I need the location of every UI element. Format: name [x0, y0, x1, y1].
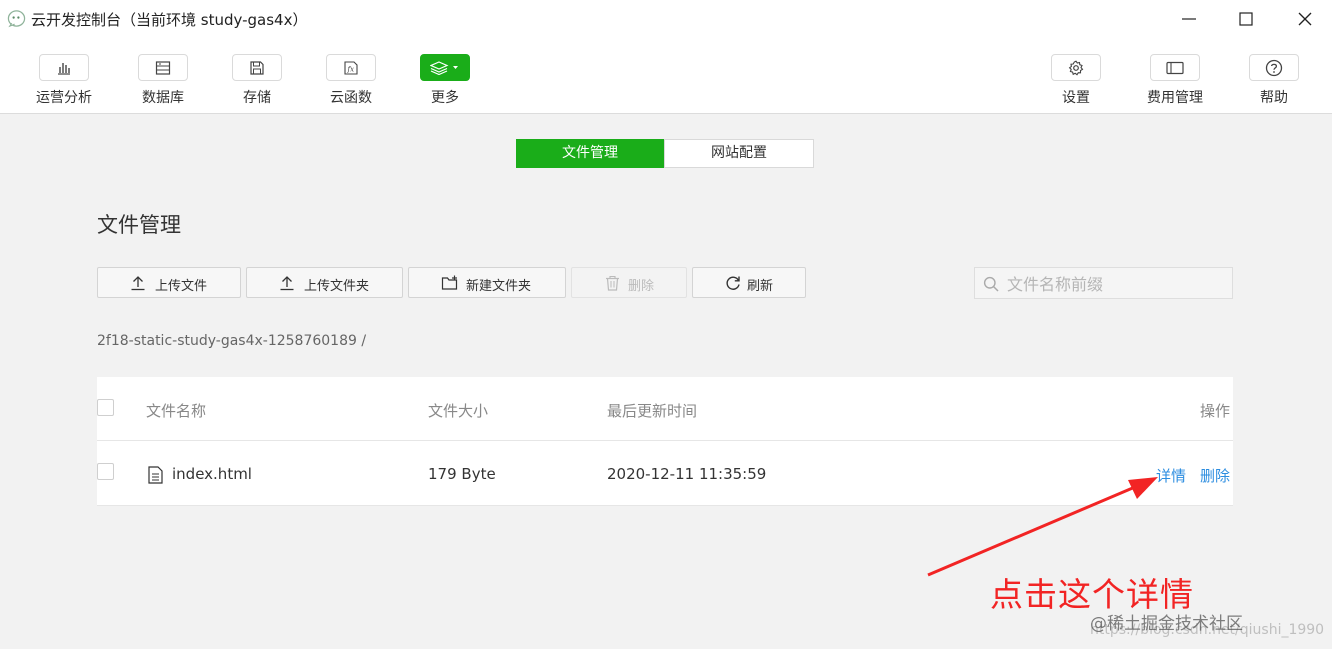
minimize-button[interactable]: [1164, 0, 1214, 38]
page-title: 文件管理: [97, 213, 181, 237]
upload-icon: [280, 276, 294, 291]
toolbar-more[interactable]: 更多: [400, 52, 490, 108]
function-icon: fx: [344, 60, 358, 75]
column-header: 文件名称: [146, 402, 207, 420]
gear-icon: [1068, 60, 1084, 76]
table-row: index.html 179 Byte 2020-12-11 11:35:59 …: [97, 441, 1233, 506]
trash-icon: [606, 275, 619, 291]
new-folder-button[interactable]: 新建文件夹: [408, 267, 566, 298]
table-header: 文件名称 文件大小 最后更新时间 操作: [97, 377, 1233, 441]
toolbar-database[interactable]: 数据库: [118, 52, 208, 108]
tab-file-management[interactable]: 文件管理: [516, 139, 664, 168]
file-icon: [148, 466, 163, 484]
upload-folder-button[interactable]: 上传文件夹: [246, 267, 403, 298]
layers-icon: [430, 60, 458, 75]
column-header: 文件大小: [428, 402, 489, 420]
column-header: 最后更新时间: [607, 402, 698, 420]
close-button[interactable]: [1280, 0, 1330, 38]
delete-button[interactable]: 删除: [571, 267, 687, 298]
tab-website-config[interactable]: 网站配置: [664, 139, 814, 168]
file-size: 179 Byte: [428, 465, 496, 483]
toolbar-help[interactable]: 帮助: [1229, 52, 1319, 108]
toolbar-label: 帮助: [1260, 90, 1288, 106]
toolbar-label: 存储: [243, 90, 271, 106]
upload-folder-label: 上传文件夹: [304, 279, 370, 294]
maximize-icon: [1239, 12, 1253, 26]
watermark: @稀土掘金技术社区: [1090, 614, 1243, 634]
toolbar-label: 云函数: [330, 90, 372, 106]
search-box: [974, 267, 1233, 300]
toolbar-cloud-functions[interactable]: fx 云函数: [306, 52, 396, 108]
title-bar: 云开发控制台（当前环境 study-gas4x）: [0, 0, 1332, 38]
maximize-button[interactable]: [1221, 0, 1271, 38]
new-folder-label: 新建文件夹: [466, 279, 532, 294]
toolbar-label: 费用管理: [1147, 90, 1203, 106]
refresh-label: 刷新: [747, 279, 774, 294]
minimize-icon: [1182, 18, 1196, 20]
select-all-checkbox[interactable]: [97, 399, 114, 416]
delete-label: 删除: [628, 279, 655, 294]
refresh-button[interactable]: 刷新: [692, 267, 806, 298]
detail-link[interactable]: 详情: [1156, 465, 1186, 486]
refresh-icon: [726, 276, 740, 290]
file-updated: 2020-12-11 11:35:59: [607, 465, 767, 483]
toolbar-label: 数据库: [142, 90, 184, 106]
toolbar-analytics[interactable]: 运营分析: [19, 52, 109, 108]
toolbar-billing[interactable]: 费用管理: [1130, 52, 1220, 108]
file-table: 文件名称 文件大小 最后更新时间 操作 index.html 179 Byte …: [97, 377, 1233, 506]
close-icon: [1298, 12, 1312, 26]
upload-file-label: 上传文件: [155, 279, 208, 294]
save-icon: [250, 60, 264, 75]
toolbar-storage[interactable]: 存储: [212, 52, 302, 108]
toolbar-settings[interactable]: 设置: [1031, 52, 1121, 108]
file-name[interactable]: index.html: [172, 465, 252, 483]
search-icon: [983, 276, 999, 292]
new-folder-icon: [441, 275, 458, 290]
toolbar: 运营分析 数据库 存储 fx 云函数 更多 设置 费用管理 帮助: [0, 38, 1332, 114]
help-icon: [1265, 59, 1283, 76]
row-checkbox[interactable]: [97, 463, 114, 480]
bar-chart-icon: [58, 62, 70, 75]
search-input[interactable]: [1005, 268, 1229, 300]
breadcrumb[interactable]: 2f18-static-study-gas4x-1258760189 /: [97, 333, 366, 349]
card-icon: [1166, 61, 1184, 74]
upload-icon: [131, 276, 145, 291]
delete-link[interactable]: 删除: [1200, 465, 1230, 486]
toolbar-label: 运营分析: [36, 90, 92, 106]
svg-text:fx: fx: [347, 65, 355, 73]
database-icon: [155, 60, 171, 75]
toolbar-label: 设置: [1062, 90, 1090, 106]
column-header: 操作: [1200, 402, 1231, 420]
wechat-devtools-icon: [7, 10, 26, 28]
upload-file-button[interactable]: 上传文件: [97, 267, 241, 298]
window-title: 云开发控制台（当前环境 study-gas4x）: [31, 11, 308, 29]
toolbar-label: 更多: [431, 90, 459, 106]
